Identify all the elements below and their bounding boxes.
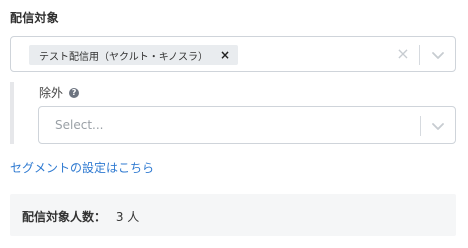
remove-tag-icon[interactable]: × — [220, 49, 230, 61]
indicator-separator — [420, 116, 421, 136]
recipient-count-value: 3 人 — [115, 210, 140, 224]
segment-settings-link[interactable]: セグメントの設定はこちら — [10, 159, 154, 176]
exclude-indent-bar — [10, 82, 14, 144]
chevron-down-icon[interactable] — [430, 47, 446, 63]
delivery-target-form: 配信対象 テスト配信用（ヤクルト・キノスラ） × × 除外 ? Select..… — [0, 0, 468, 248]
target-select[interactable]: テスト配信用（ヤクルト・キノスラ） × × — [10, 36, 456, 72]
exclude-label: 除外 ? — [39, 84, 80, 101]
recipient-count-label: 配信対象人数： — [22, 210, 107, 224]
recipient-count: 配信対象人数： 3 人 — [22, 208, 139, 225]
recipient-count-panel: 配信対象人数： 3 人 — [10, 194, 456, 236]
clear-icon[interactable]: × — [395, 46, 411, 62]
chevron-down-icon[interactable] — [430, 118, 446, 134]
help-icon[interactable]: ? — [69, 87, 80, 98]
indicator-separator — [419, 45, 420, 65]
section-title: 配信対象 — [10, 11, 59, 25]
exclude-select[interactable]: Select... — [38, 106, 456, 144]
selected-tag: テスト配信用（ヤクルト・キノスラ） × — [29, 45, 239, 65]
exclude-label-text: 除外 — [39, 86, 64, 100]
exclude-select-placeholder: Select... — [55, 118, 104, 132]
selected-tag-label: テスト配信用（ヤクルト・キノスラ） — [39, 51, 208, 63]
